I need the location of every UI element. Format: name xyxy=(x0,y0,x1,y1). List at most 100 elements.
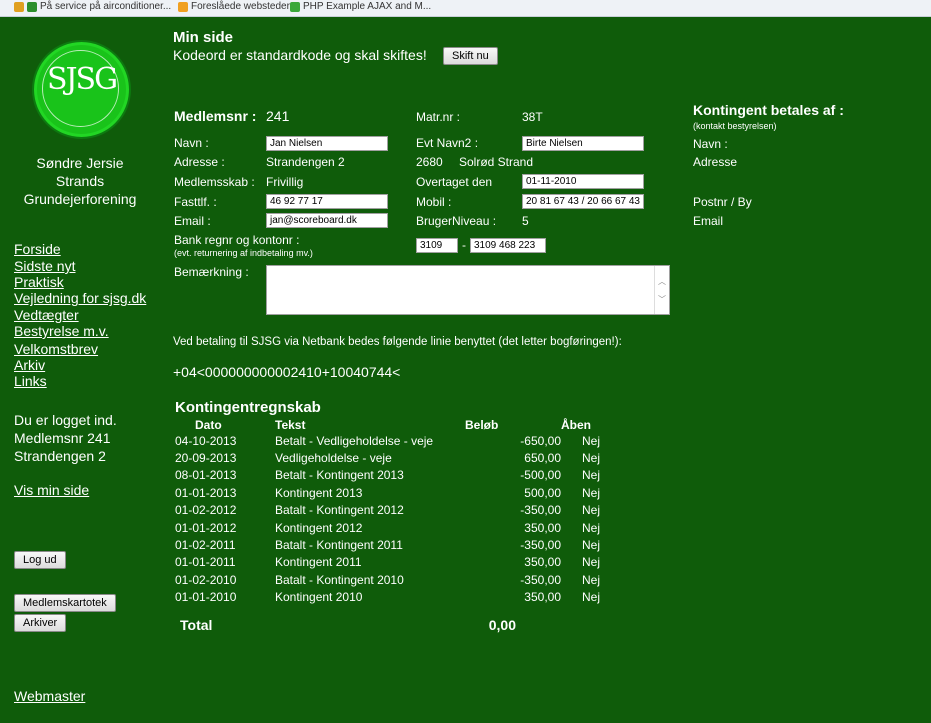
ledger-cell-text: Batalt - Kontingent 2010 xyxy=(275,572,404,587)
ledger-cell-amount: -350,00 xyxy=(520,538,561,553)
nav-praktisk[interactable]: Praktisk xyxy=(14,274,64,290)
table-row: 01-01-2011 Kontingent 2011 350,00 Nej xyxy=(173,554,621,571)
table-row: 08-01-2013 Betalt - Kontingent 2013 -500,0… xyxy=(173,467,621,484)
ledger-cell-text: Kontingent 2012 xyxy=(275,520,363,535)
ledger-cell-text: Vedligeholdelse - veje xyxy=(275,451,392,466)
bookmark-item[interactable]: Foreslåede websteder xyxy=(178,1,290,12)
nav-arkiv[interactable]: Arkiv xyxy=(14,357,45,373)
ledger-cell-amount: -650,00 xyxy=(520,433,561,448)
member-number: 241 xyxy=(266,108,290,124)
nav-links[interactable]: Links xyxy=(14,373,47,389)
association-line: Grundejerforening xyxy=(23,191,137,207)
bookmark-icon xyxy=(14,1,24,12)
member-number-label: Medlemsnr : xyxy=(174,108,257,124)
ledger-cell-text: Kontingent 2011 xyxy=(275,555,362,570)
table-row: 01-02-2011 Batalt - Kontingent 2011 -350,0… xyxy=(173,536,621,553)
column-header-text: Tekst xyxy=(275,418,306,432)
bookmark-item[interactable]: PHP Example AJAX and M... xyxy=(290,1,431,12)
ledger-cell-amount: -350,00 xyxy=(520,572,561,587)
ledger-cell-amount: 350,00 xyxy=(524,590,561,605)
ledger-cell-open: Nej xyxy=(581,520,600,535)
ledger-cell-text: Batalt - Kontingent 2011 xyxy=(275,538,403,553)
table-row: 20-09-2013 Vedligeholdelse - veje 650,00 Ne… xyxy=(173,449,621,466)
ledger-table: Dato Tekst Beløb Åben 04-10-2013 Betalt -… xyxy=(173,418,621,606)
scroll-up-icon[interactable]: ︿ xyxy=(658,276,666,287)
taken-over-label: Overtaget den xyxy=(416,175,493,189)
ledger-cell-amount: 650,00 xyxy=(524,451,561,466)
contingent-payer-note: (kontakt bestyrelsen) xyxy=(693,121,777,131)
payer-zip-label: Postnr / By xyxy=(693,195,752,209)
ledger-cell-amount: 350,00 xyxy=(524,555,561,570)
ledger-cell-date: 01-01-2010 xyxy=(175,590,237,605)
ledger-cell-date: 01-02-2011 xyxy=(175,538,236,553)
ledger-cell-open: Nej xyxy=(581,538,600,553)
view-my-page-link[interactable]: Vis min side xyxy=(14,482,89,498)
matr-value: 38T xyxy=(522,110,543,124)
ledger-cell-open: Nej xyxy=(581,485,600,500)
column-header-date: Dato xyxy=(195,418,222,432)
password-warning: Kodeord er standardkode og skal skiftes! xyxy=(173,47,427,63)
membership-value: Frivillig xyxy=(266,175,304,189)
ledger-cell-amount: -350,00 xyxy=(520,503,561,518)
webmaster-link[interactable]: Webmaster xyxy=(14,688,85,704)
ledger-total-label: Total xyxy=(180,617,213,633)
member-register-button[interactable]: Medlemskartotek xyxy=(14,594,116,612)
login-status: Du er logget ind. Medlemsnr 241 Stranden… xyxy=(14,411,117,465)
table-row: 01-02-2010 Batalt - Kontingent 2010 -350,0… xyxy=(173,571,621,588)
payer-email-label: Email xyxy=(693,214,724,228)
email-field[interactable]: jan@scoreboard.dk xyxy=(266,213,388,228)
ledger-total-value: 0,00 xyxy=(488,617,516,633)
nav-bestyrelse[interactable]: Bestyrelse m.v. xyxy=(14,323,109,339)
archive-button[interactable]: Arkiver xyxy=(14,614,67,632)
ledger-cell-date: 01-02-2010 xyxy=(175,572,237,587)
association-line: Søndre Jersie xyxy=(36,155,124,171)
remark-textarea[interactable]: ︿ ﹀ xyxy=(266,265,670,315)
table-row: 01-01-2012 Kontingent 2012 350,00 Nej xyxy=(173,519,621,536)
address-value: Strandengen 2 xyxy=(266,155,345,169)
ledger-cell-date: 01-01-2012 xyxy=(175,520,237,535)
ledger-cell-open: Nej xyxy=(581,433,600,448)
bank-label: Bank regnr og kontonr : xyxy=(174,233,300,247)
ledger-cell-date: 01-02-2012 xyxy=(175,503,237,518)
logout-button[interactable]: Log ud xyxy=(14,551,66,569)
mobile-field[interactable]: 20 81 67 43 / 20 66 67 43 xyxy=(522,194,644,209)
ledger-cell-amount: -500,00 xyxy=(520,468,561,483)
nav-vedtaegter[interactable]: Vedtægter xyxy=(14,307,79,323)
email-label: Email : xyxy=(174,214,211,228)
ledger-cell-open: Nej xyxy=(581,468,600,483)
phone-field[interactable]: 46 92 77 17 xyxy=(266,194,388,209)
bank-reg-field[interactable]: 3109 xyxy=(416,238,458,253)
bookmarks-bar: På service på airconditioner... Foreslåe… xyxy=(0,0,931,17)
scroll-down-icon[interactable]: ﹀ xyxy=(658,294,666,305)
ledger-header-row: Dato Tekst Beløb Åben xyxy=(173,418,621,432)
bookmark-label: På service på airconditioner... xyxy=(40,1,172,12)
netbank-line: +04<000000000002410+10040744< xyxy=(173,364,401,380)
payer-address-label: Adresse xyxy=(693,155,738,169)
phone-label: Fasttlf. : xyxy=(174,195,217,209)
nav-vejledning[interactable]: Vejledning for sjsg.dk xyxy=(14,290,146,306)
ledger-cell-date: 08-01-2013 xyxy=(175,468,237,483)
name2-field[interactable]: Birte Nielsen xyxy=(522,136,644,151)
ledger-cell-open: Nej xyxy=(581,503,600,518)
name-field[interactable]: Jan Nielsen xyxy=(266,136,388,151)
logo-text: SJSG xyxy=(46,62,118,97)
payer-name-label: Navn : xyxy=(693,137,728,151)
nav-forside[interactable]: Forside xyxy=(14,241,61,257)
ledger-cell-open: Nej xyxy=(581,555,600,570)
nav-velkomstbrev[interactable]: Velkomstbrev xyxy=(14,341,98,357)
change-password-button[interactable]: Skift nu xyxy=(443,47,498,65)
remark-scrollbar[interactable]: ︿ ﹀ xyxy=(654,266,669,314)
bookmark-item[interactable]: På service på airconditioner... xyxy=(14,1,171,12)
name-label: Navn : xyxy=(174,136,209,150)
ledger-cell-date: 04-10-2013 xyxy=(175,433,237,448)
bank-account-field[interactable]: 3109 468 223 xyxy=(470,238,546,253)
ledger-cell-text: Kontingent 2010 xyxy=(275,590,363,605)
ledger-cell-open: Nej xyxy=(581,572,600,587)
city-value: Solrød Strand xyxy=(459,155,534,169)
taken-over-field[interactable]: 01-11-2010 xyxy=(522,174,644,189)
ledger-cell-date: 20-09-2013 xyxy=(175,451,237,466)
login-status-line: Du er logget ind. xyxy=(14,412,117,428)
ledger-title: Kontingentregnskab xyxy=(175,399,321,416)
nav-sidste-nyt[interactable]: Sidste nyt xyxy=(14,258,75,274)
page-title: Min side xyxy=(173,29,234,46)
